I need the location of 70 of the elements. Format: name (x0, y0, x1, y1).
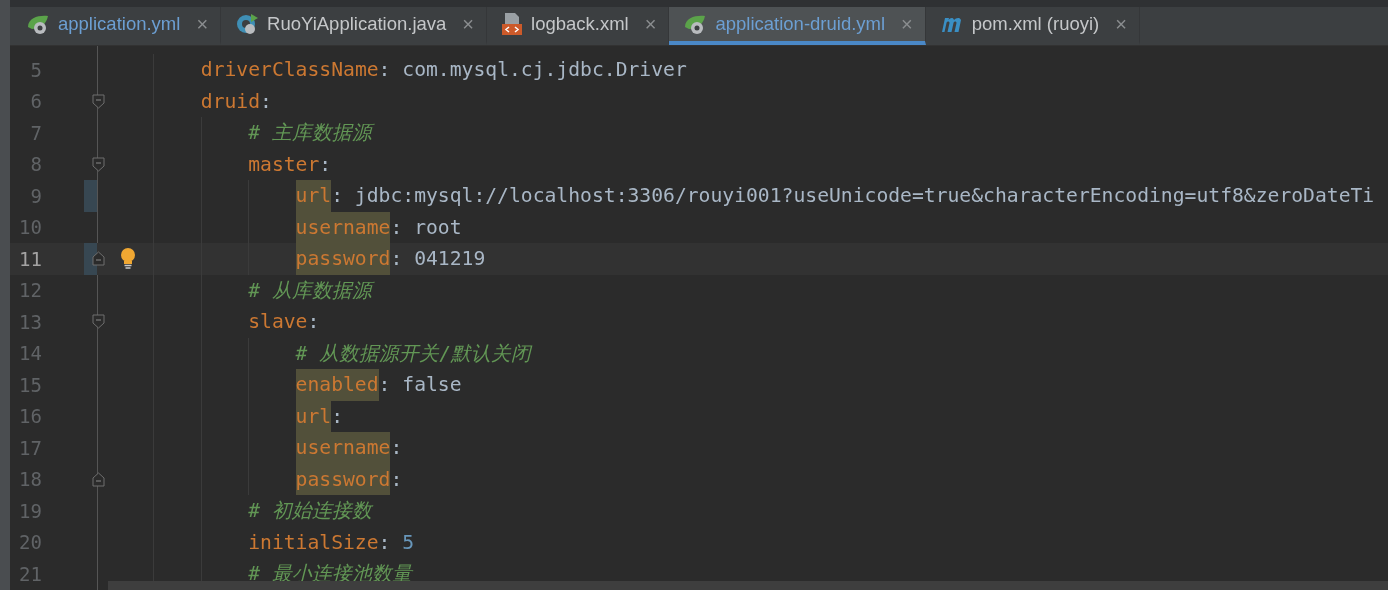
yaml-key: username (295, 211, 391, 243)
colon: : (319, 152, 332, 176)
colon: : (378, 373, 391, 397)
yaml-key: password (295, 243, 391, 275)
colon: : (307, 310, 320, 334)
line-number: 9 (29, 184, 42, 207)
yaml-key: druid (200, 85, 261, 117)
line-number: 14 (18, 342, 42, 365)
line-number: 13 (18, 310, 42, 333)
line-number: 16 (18, 405, 42, 428)
line-number: 12 (18, 279, 42, 302)
colon: : (390, 436, 403, 460)
close-icon[interactable]: × (462, 12, 475, 36)
yaml-value: root (413, 215, 462, 239)
yaml-key: initialSize (248, 526, 379, 558)
close-icon[interactable]: × (1115, 12, 1127, 36)
line-number: 15 (18, 373, 42, 396)
class-file-icon (235, 12, 260, 36)
editor-tab[interactable]: application.yml × (12, 7, 222, 45)
yaml-value: false (401, 373, 462, 397)
close-icon[interactable]: × (196, 12, 209, 36)
line-number: 20 (18, 531, 42, 554)
colon: : (390, 247, 403, 271)
leaf-gear-icon (683, 13, 708, 35)
yaml-key: enabled (295, 369, 379, 401)
fold-icon[interactable] (92, 314, 105, 329)
colon: : (260, 89, 272, 113)
change-marker (84, 180, 97, 212)
yaml-key: driverClassName (200, 54, 379, 86)
yaml-key: slave (248, 306, 308, 338)
yaml-key: password (295, 463, 391, 495)
yaml-key: url (295, 400, 332, 432)
colon: : (390, 467, 403, 491)
line-number: 11 (18, 247, 42, 270)
yaml-value: com.mysql.cj.jdbc.Driver (401, 58, 687, 82)
yaml-value: jdbc:mysql://localhost:3306/rouyi001?useUnicode=true&characterEncoding=utf8&zeroDateTi (353, 184, 1375, 208)
yaml-key: url (295, 180, 332, 212)
yaml-key: master (248, 148, 320, 180)
lightbulb-icon[interactable] (118, 247, 138, 269)
yaml-key: username (295, 432, 391, 464)
fold-icon[interactable] (92, 471, 105, 487)
colon: : (378, 530, 391, 554)
close-icon[interactable]: × (644, 12, 657, 36)
yaml-value: 041219 (413, 247, 486, 271)
line-number: 7 (29, 121, 42, 144)
line-number: 6 (29, 90, 42, 113)
fold-icon[interactable] (92, 93, 105, 109)
editor-tab[interactable]: logback.xml × (487, 7, 670, 45)
xml-file-icon (501, 12, 524, 36)
line-number: 8 (29, 153, 42, 176)
line-number: 10 (18, 216, 42, 239)
yaml-value: 5 (401, 530, 415, 554)
leaf-gear-icon (26, 13, 50, 35)
editor-tab[interactable]: pom.xml (ruoyi) × (925, 7, 1140, 45)
editor-tab[interactable]: RuoYiApplication.java × (221, 7, 488, 45)
colon: : (390, 215, 403, 239)
fold-icon[interactable] (92, 251, 105, 266)
colon: : (331, 404, 343, 428)
code-comment: # 初始连接数 (248, 498, 372, 525)
colon: : (378, 58, 391, 82)
code-comment: # 从数据源开关/默认关闭 (295, 340, 532, 367)
line-number: 5 (29, 58, 42, 81)
line-number: 21 (18, 562, 42, 585)
editor-tab[interactable]: application-druid.yml × (669, 7, 926, 45)
line-number: 18 (18, 468, 42, 491)
close-icon[interactable]: × (901, 12, 913, 36)
line-number: 19 (18, 499, 42, 522)
fold-icon[interactable] (92, 156, 105, 172)
line-number: 17 (18, 436, 42, 459)
colon: : (331, 184, 343, 208)
